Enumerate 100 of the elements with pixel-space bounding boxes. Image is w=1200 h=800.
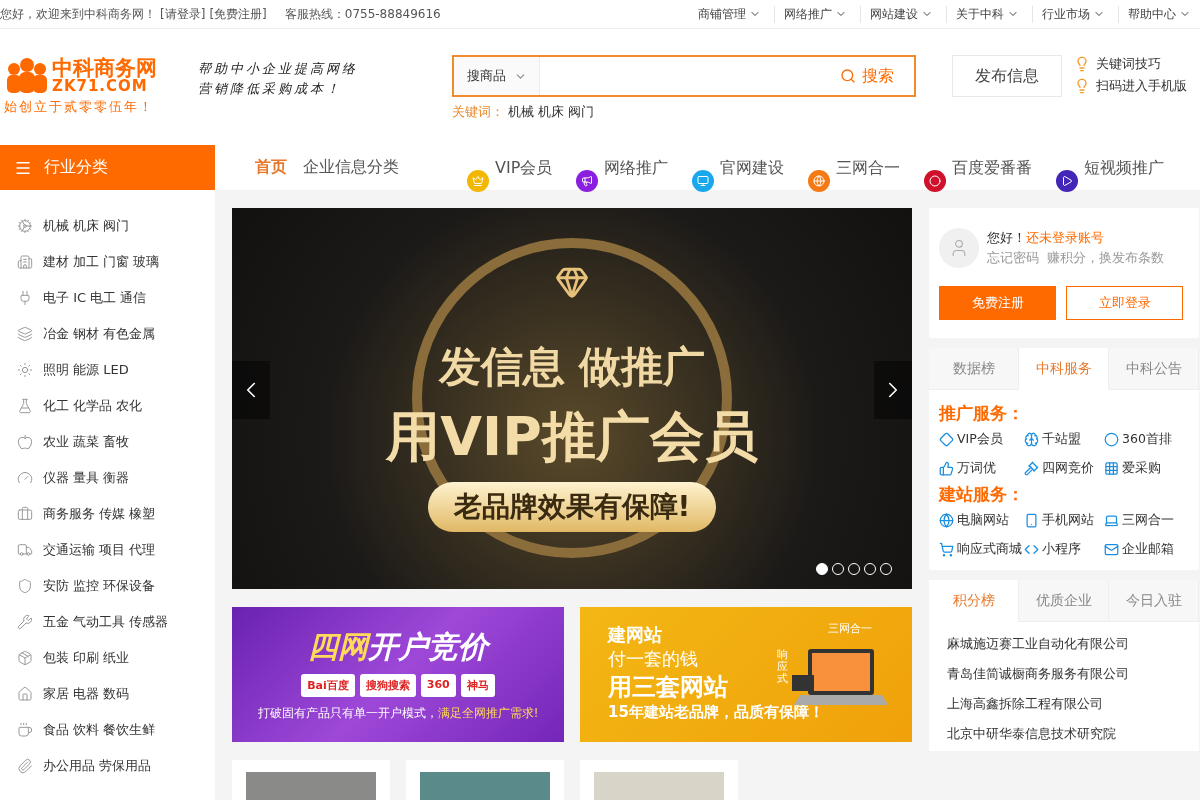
lightbulb-icon — [1074, 56, 1090, 72]
service-icon — [939, 432, 954, 447]
people-logo-icon — [4, 55, 50, 95]
section-title: 建站服务： — [939, 483, 1025, 506]
top-menu[interactable]: 商铺管理 — [689, 5, 770, 23]
category-icon — [17, 326, 33, 342]
service-item[interactable]: VIP会员 — [939, 431, 1024, 448]
top-menu[interactable]: 网络推广 — [774, 5, 856, 23]
service-item[interactable]: 四网竞价 — [1024, 460, 1104, 477]
banner-heading: 建网站 — [608, 623, 662, 647]
category-item[interactable]: 电子 IC 电工 通信 — [0, 280, 215, 316]
hotline-text: 客服热线：0755-88849616 — [284, 5, 441, 23]
category-icon — [17, 506, 33, 522]
service-icon — [1024, 461, 1039, 476]
category-item[interactable]: 商务服务 传媒 橡塑 — [0, 496, 215, 532]
service-link[interactable]: 百度爱番番 — [924, 145, 1033, 190]
logo-domain: ZK71.COM — [52, 78, 148, 94]
category-icon — [17, 218, 33, 234]
category-icon — [17, 686, 33, 702]
banner-caption: 15年建站老品牌，品质有保障！ — [608, 703, 824, 722]
category-item[interactable]: 化工 化学品 农化 — [0, 388, 215, 424]
service-icon — [1104, 432, 1119, 447]
company-link[interactable]: 上海高鑫拆除工程有限公司 — [947, 696, 1181, 713]
service-item[interactable]: 360首排 — [1104, 431, 1189, 448]
category-icon — [17, 362, 33, 378]
service-link[interactable]: 网络推广 — [576, 145, 669, 190]
category-item[interactable]: 办公用品 劳保用品 — [0, 748, 215, 784]
service-item[interactable]: 爱采购 — [1104, 460, 1189, 477]
carousel-dot[interactable] — [816, 563, 828, 575]
tip-link[interactable]: 扫码进入手机版 — [1074, 77, 1187, 95]
top-menu[interactable]: 关于中科 — [946, 5, 1028, 23]
company-link[interactable]: 麻城施迈赛工业自动化有限公司 — [947, 636, 1181, 653]
service-icon — [1104, 542, 1119, 557]
register-link[interactable]: [免费注册] — [209, 5, 267, 23]
category-item[interactable]: 建材 加工 门窗 玻璃 — [0, 244, 215, 280]
logo-name: 中科商务网 — [52, 56, 157, 79]
banner-text: 付一套的钱 — [608, 647, 698, 671]
nav-link[interactable]: 企业信息分类 — [287, 145, 399, 190]
category-icon — [17, 254, 33, 270]
category-item[interactable]: 仪器 量具 衡器 — [0, 460, 215, 496]
category-icon — [17, 650, 33, 666]
avatar-icon — [939, 228, 979, 268]
top-menu[interactable]: 帮助中心 — [1118, 5, 1200, 23]
category-icon — [17, 722, 33, 738]
category-item[interactable]: 农业 蔬菜 畜牧 — [0, 424, 215, 460]
category-item[interactable]: 照明 能源 LED — [0, 352, 215, 388]
category-item[interactable]: 交通运输 项目 代理 — [0, 532, 215, 568]
service-item[interactable]: 小程序 — [1024, 541, 1104, 558]
service-icon — [1024, 542, 1039, 557]
service-link[interactable]: 三网合一 — [808, 145, 901, 190]
category-item[interactable]: 安防 监控 环保设备 — [0, 568, 215, 604]
keyword-link[interactable]: 机床 — [538, 103, 564, 121]
category-item[interactable]: 冶金 钢材 有色金属 — [0, 316, 215, 352]
top-menu[interactable]: 网站建设 — [860, 5, 942, 23]
service-item[interactable]: 三网合一 — [1104, 512, 1189, 529]
service-item[interactable]: 万词优 — [939, 460, 1024, 477]
search-scope-dropdown[interactable]: 搜商品 — [454, 57, 540, 95]
search-icon — [840, 68, 856, 84]
carousel-headline: 发信息 做推广 — [438, 341, 706, 393]
category-icon — [17, 758, 33, 774]
service-link[interactable]: 短视频推广 — [1056, 145, 1165, 190]
publish-button[interactable]: 发布信息 — [952, 55, 1062, 97]
category-icon — [17, 578, 33, 594]
service-icon — [1024, 432, 1039, 447]
panel-tab[interactable]: 优质企业 — [1019, 580, 1109, 622]
tagline-text: 帮助中小企业提高网络 — [198, 60, 359, 78]
section-title: 推广服务： — [939, 402, 1025, 425]
search-engine-logo: 神马 — [460, 674, 495, 697]
keyword-link[interactable]: 阀门 — [568, 103, 594, 121]
panel-tab[interactable]: 数据榜 — [929, 348, 1019, 390]
service-link[interactable]: VIP会员 — [467, 145, 553, 190]
service-icon — [1104, 461, 1119, 476]
service-item[interactable]: 企业邮箱 — [1104, 541, 1189, 558]
banner-label: 响应式 — [777, 649, 788, 686]
category-item[interactable]: 包装 印刷 纸业 — [0, 640, 215, 676]
tagline-text: 营销降低采购成本！ — [198, 80, 343, 98]
category-item[interactable]: 五金 气动工具 传感器 — [0, 604, 215, 640]
banner-caption: 打破固有产品只有单一开户模式，满足全网推广需求! — [257, 706, 539, 721]
service-item[interactable]: 电脑网站 — [939, 512, 1024, 529]
company-link[interactable]: 北京中研华泰信息技术研究院 — [947, 726, 1181, 743]
top-menu[interactable]: 行业市场 — [1032, 5, 1114, 23]
category-item[interactable]: 食品 饮料 餐饮生鲜 — [0, 712, 215, 748]
category-item[interactable]: 机械 机床 阀门 — [0, 208, 215, 244]
carousel-ribbon: 老品牌效果有保障! — [427, 482, 717, 532]
search-engine-logo: 360 — [420, 674, 456, 697]
service-item[interactable]: 千站盟 — [1024, 431, 1104, 448]
company-link[interactable]: 青岛佳简诚橱商务服务有限公司 — [947, 666, 1181, 683]
tip-link[interactable]: 关键词技巧 — [1074, 55, 1187, 73]
panel-tab[interactable]: 中科公告 — [1109, 348, 1199, 390]
keyword-link[interactable]: 机械 — [508, 103, 534, 121]
login-link[interactable]: [请登录] — [160, 5, 206, 23]
logo-slogan: 始创立于贰零零伍年！ — [4, 98, 155, 116]
category-item[interactable]: 家居 电器 数码 — [0, 676, 215, 712]
diamond-icon — [555, 265, 589, 299]
service-icon — [1104, 513, 1119, 528]
search-engine-logo: 搜狗搜索 — [359, 674, 416, 697]
category-icon — [17, 290, 33, 306]
service-link[interactable]: 官网建设 — [692, 145, 785, 190]
service-item[interactable]: 手机网站 — [1024, 512, 1104, 529]
service-item[interactable]: 响应式商城 — [939, 541, 1024, 558]
